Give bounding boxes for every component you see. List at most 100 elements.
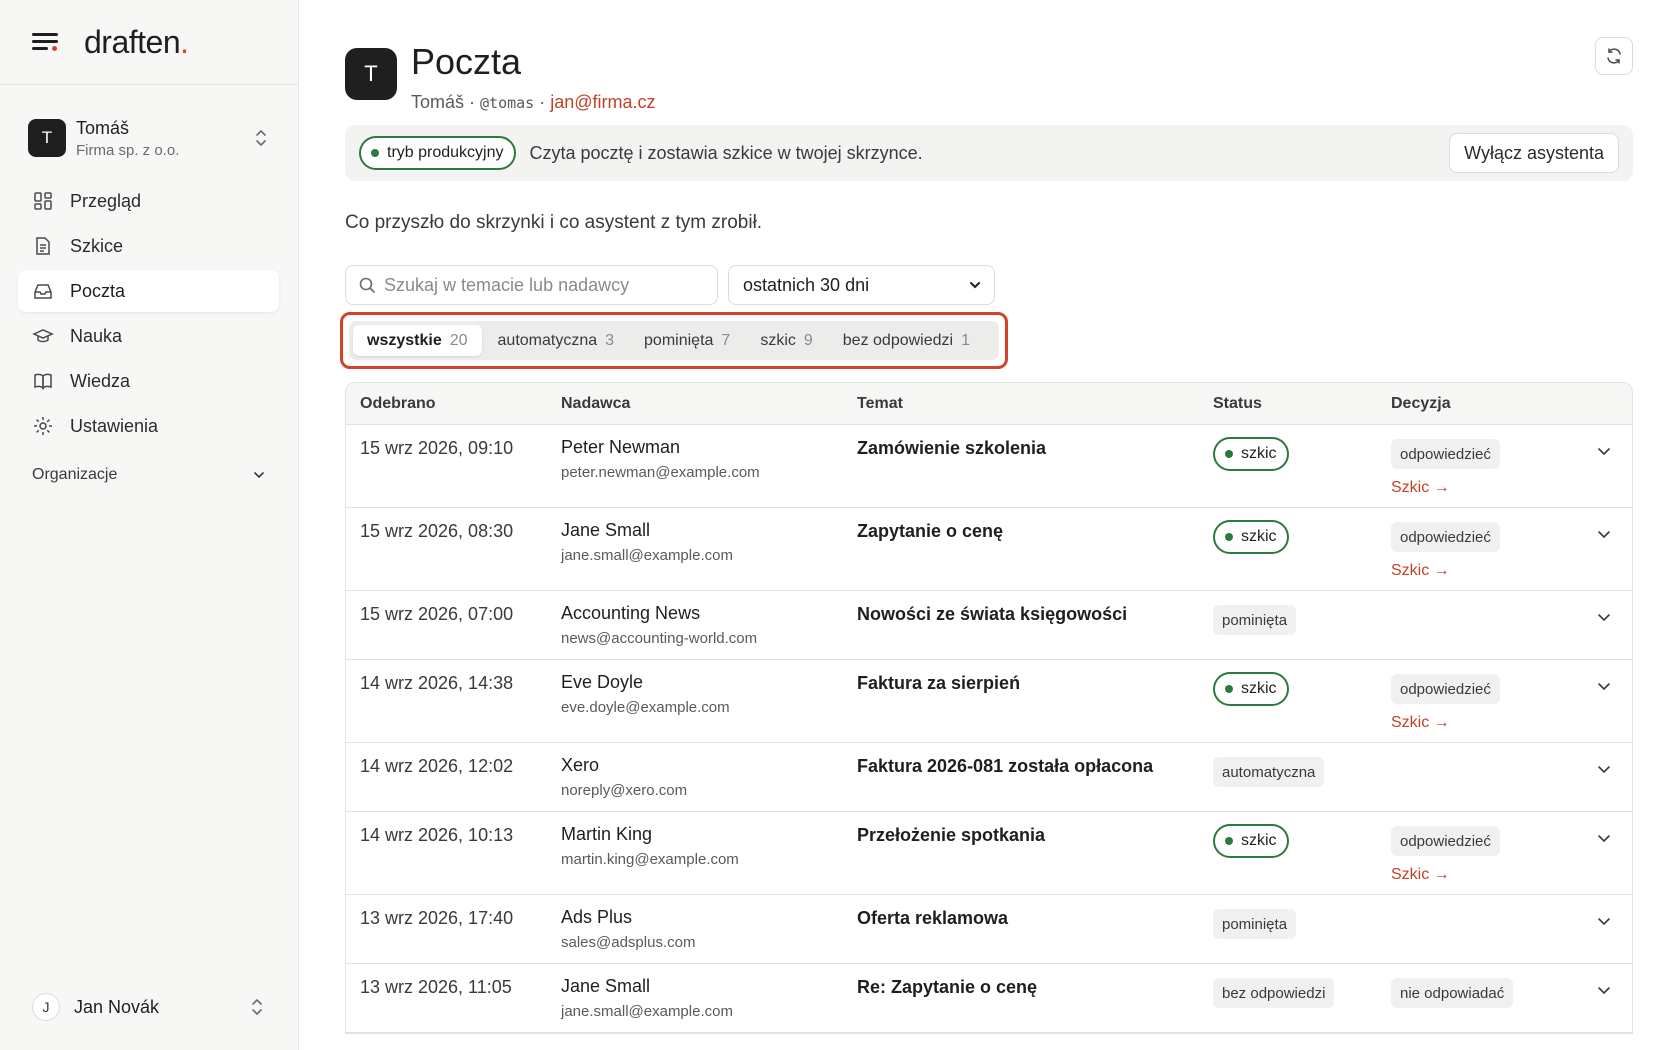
sidebar-item-szkice[interactable]: Szkice xyxy=(18,225,279,267)
column-header-sender[interactable]: Nadawca xyxy=(561,395,857,413)
received-date: 14 wrz 2026, 14:38 xyxy=(360,673,514,693)
expand-row-button[interactable] xyxy=(1581,907,1632,929)
status-dot-icon xyxy=(1225,450,1233,458)
header-email-link[interactable]: jan@firma.cz xyxy=(550,92,655,112)
column-header-decision[interactable]: Decyzja xyxy=(1391,395,1581,413)
tab-szkic[interactable]: szkic 9 xyxy=(746,325,826,356)
received-date: 15 wrz 2026, 09:10 xyxy=(360,438,514,458)
sidebar-item-nauka[interactable]: Nauka xyxy=(18,315,279,357)
organizations-toggle[interactable]: Organizacje xyxy=(32,466,266,484)
refresh-icon xyxy=(1607,48,1621,64)
sidebar-item-label: Przegląd xyxy=(70,190,142,211)
assistant-banner: tryb produkcyjny Czyta pocztę i zostawia… xyxy=(345,125,1633,181)
table-row[interactable]: 14 wrz 2026, 14:38 Eve Doyle eve.doyle@exa… xyxy=(346,660,1632,743)
header-subline: Tomáš · @tomas · jan@firma.cz xyxy=(411,91,656,112)
refresh-button[interactable] xyxy=(1595,37,1633,75)
draft-link[interactable]: Szkic → xyxy=(1391,479,1581,497)
disable-assistant-button[interactable]: Wyłącz asystenta xyxy=(1449,133,1619,173)
status-cell: pominięta xyxy=(1213,907,1391,939)
chevron-down-icon xyxy=(1598,918,1610,926)
search-input[interactable] xyxy=(384,274,717,296)
tab-wszystkie[interactable]: wszystkie 20 xyxy=(353,325,482,356)
chevron-updown-icon xyxy=(252,999,262,1015)
sender-name: Xero xyxy=(561,755,600,775)
sidebar-item-label: Ustawienia xyxy=(70,415,159,436)
table-row[interactable]: 15 wrz 2026, 08:30 Jane Small jane.small@e… xyxy=(346,508,1632,591)
sender-name: Jane Small xyxy=(561,976,651,996)
app-logo[interactable]: draften. xyxy=(84,24,189,61)
header-name: Tomáš xyxy=(411,91,465,112)
mode-badge: tryb produkcyjny xyxy=(359,136,516,170)
menu-icon[interactable] xyxy=(32,31,58,53)
decision-cell: odpowiedzieć Szkic → xyxy=(1391,437,1581,497)
sidebar-item-poczta[interactable]: Poczta xyxy=(18,270,279,312)
decision-cell: nie odpowiadać xyxy=(1391,976,1581,1008)
expand-row-button[interactable] xyxy=(1581,520,1632,542)
account-switcher[interactable]: T Tomáš Firma sp. z o.o. xyxy=(0,103,298,173)
sender-cell: Accounting News news@accounting-world.com xyxy=(561,603,857,647)
draft-link[interactable]: Szkic → xyxy=(1391,866,1581,884)
table-header: Odebrano Nadawca Temat Status Decyzja xyxy=(346,383,1632,425)
subject: Zamówienie szkolenia xyxy=(857,438,1047,458)
sender-cell: Martin King martin.king@example.com xyxy=(561,824,857,868)
draft-link[interactable]: Szkic → xyxy=(1391,714,1581,732)
sidebar-item-przeglad[interactable]: Przegląd xyxy=(18,180,279,222)
status-badge: automatyczna xyxy=(1213,757,1325,787)
account-org: Firma sp. z o.o. xyxy=(76,141,180,159)
inbox-icon xyxy=(34,284,52,299)
received-date: 15 wrz 2026, 08:30 xyxy=(360,521,514,541)
search-icon xyxy=(359,277,375,293)
decision-cell: odpowiedzieć Szkic → xyxy=(1391,672,1581,732)
gear-icon xyxy=(34,417,52,435)
sender-email: martin.king@example.com xyxy=(561,851,739,868)
sidebar-item-wiedza[interactable]: Wiedza xyxy=(18,360,279,402)
date-range-value: ostatnich 30 dni xyxy=(743,274,870,295)
status-badge: pominięta xyxy=(1213,909,1297,939)
table-row[interactable]: 15 wrz 2026, 07:00 Accounting News news@ac… xyxy=(346,591,1632,660)
sender-email: eve.doyle@example.com xyxy=(561,699,730,716)
chevron-down-icon xyxy=(1598,614,1610,622)
draft-link[interactable]: Szkic → xyxy=(1391,562,1581,580)
date-range-select[interactable]: ostatnich 30 dni xyxy=(728,265,995,305)
received-date: 14 wrz 2026, 12:02 xyxy=(360,756,514,776)
expand-row-button[interactable] xyxy=(1581,437,1632,459)
banner-text: Czyta pocztę i zostawia szkice w twojej … xyxy=(529,142,923,163)
expand-row-button[interactable] xyxy=(1581,824,1632,846)
column-header-status[interactable]: Status xyxy=(1213,395,1391,413)
search-field[interactable] xyxy=(345,265,718,305)
status-badge: pominięta xyxy=(1213,605,1297,635)
expand-row-button[interactable] xyxy=(1581,755,1632,777)
sidebar-item-ustawienia[interactable]: Ustawienia xyxy=(18,405,279,447)
tab-bez-odpowiedzi[interactable]: bez odpowiedzi 1 xyxy=(829,325,984,356)
account-name: Tomáš xyxy=(76,117,130,138)
mail-table: Odebrano Nadawca Temat Status Decyzja 15… xyxy=(345,382,1633,1034)
graduation-cap-icon xyxy=(32,329,54,343)
column-header-date[interactable]: Odebrano xyxy=(346,395,561,413)
account-avatar: T xyxy=(28,119,66,157)
expand-row-button[interactable] xyxy=(1581,603,1632,625)
tab-automatyczna[interactable]: automatyczna 3 xyxy=(484,325,629,356)
chevron-down-icon xyxy=(1598,683,1610,691)
tab-pominieta[interactable]: pominięta 7 xyxy=(630,325,744,356)
decision-badge: odpowiedzieć xyxy=(1391,674,1500,704)
sender-cell: Peter Newman peter.newman@example.com xyxy=(561,437,857,481)
sender-cell: Xero noreply@xero.com xyxy=(561,755,857,799)
status-cell: szkic xyxy=(1213,672,1391,706)
user-menu[interactable]: J Jan Novák xyxy=(32,993,266,1021)
column-header-subject[interactable]: Temat xyxy=(857,395,1213,413)
table-row[interactable]: 13 wrz 2026, 11:05 Jane Small jane.small@e… xyxy=(346,964,1632,1033)
table-row[interactable]: 15 wrz 2026, 09:10 Peter Newman peter.newm… xyxy=(346,425,1632,508)
table-row[interactable]: 14 wrz 2026, 12:02 Xero noreply@xero.com Fa… xyxy=(346,743,1632,812)
table-body: 15 wrz 2026, 09:10 Peter Newman peter.newm… xyxy=(346,425,1632,1033)
user-name: Jan Novák xyxy=(74,996,160,1017)
sender-name: Ads Plus xyxy=(561,907,633,927)
table-row[interactable]: 14 wrz 2026, 10:13 Martin King martin.king… xyxy=(346,812,1632,895)
sender-name: Peter Newman xyxy=(561,437,681,457)
table-row[interactable]: 13 wrz 2026, 17:40 Ads Plus sales@adsplus.… xyxy=(346,895,1632,964)
chevron-down-icon xyxy=(1598,766,1610,774)
expand-row-button[interactable] xyxy=(1581,672,1632,694)
status-filter-tabs: wszystkie 20 automatyczna 3 pominięta 7 szk… xyxy=(349,321,999,360)
expand-row-button[interactable] xyxy=(1581,976,1632,998)
received-date: 15 wrz 2026, 07:00 xyxy=(360,604,514,624)
sender-name: Eve Doyle xyxy=(561,672,644,692)
